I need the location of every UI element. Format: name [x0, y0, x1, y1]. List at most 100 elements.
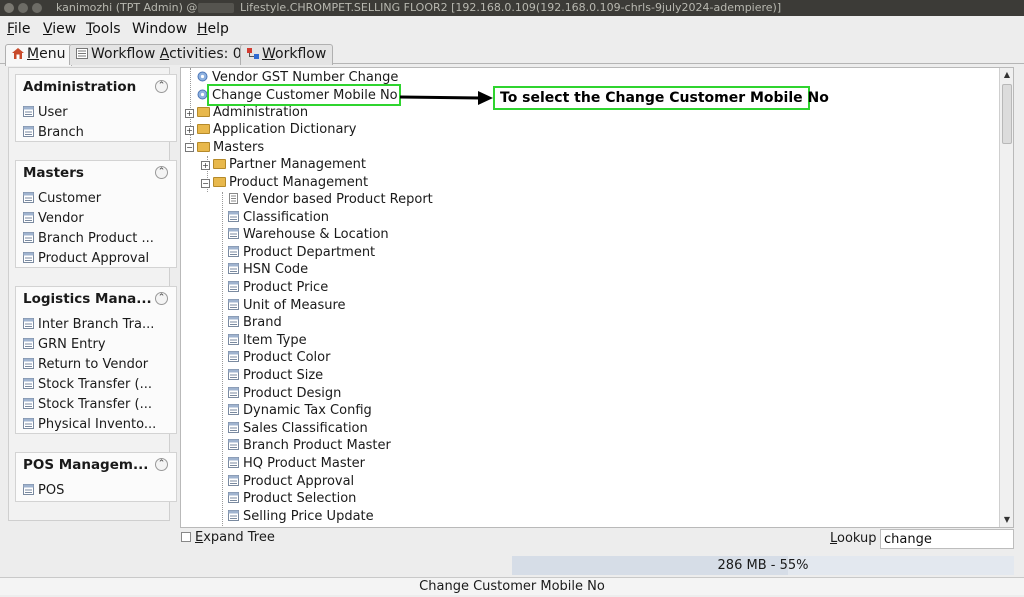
tab-menu[interactable]: Menu — [5, 44, 73, 66]
window-doc-icon — [23, 484, 34, 495]
tree-node-label: Product Approval — [243, 474, 355, 489]
tree-node-label: Branch Product Master — [243, 438, 391, 453]
tree-node-label: Product Department — [243, 245, 376, 260]
collapse-up-icon[interactable]: ⌃ — [155, 166, 168, 179]
sidebar-item-stock-transfer-1[interactable]: Stock Transfer (... — [23, 377, 152, 392]
tree-node-partner-management[interactable]: Partner Management — [213, 156, 366, 173]
window-doc-icon — [228, 457, 239, 468]
sidebar-item-pos[interactable]: POS — [23, 483, 64, 498]
menu-tree-panel[interactable]: Vendor GST Number Change Change Customer… — [180, 67, 1014, 528]
menu-help[interactable]: Help — [197, 21, 229, 37]
tree-node-child[interactable]: Sales Classification — [228, 420, 368, 437]
scroll-thumb[interactable] — [1002, 84, 1012, 144]
menu-view[interactable]: View — [43, 21, 76, 37]
tree-node-product-management[interactable]: Product Management — [213, 174, 368, 191]
window-doc-icon — [228, 475, 239, 486]
tree-node-child[interactable]: Product Price — [228, 279, 328, 296]
window-doc-icon — [23, 358, 34, 369]
group-header[interactable]: POS Managem... ⌃ — [15, 452, 177, 476]
window-doc-icon — [228, 404, 239, 415]
tree-node-child[interactable]: Product Selection — [228, 490, 356, 507]
sidebar-item-vendor[interactable]: Vendor — [23, 211, 84, 226]
sidebar-item-grn-entry[interactable]: GRN Entry — [23, 337, 106, 352]
tree-node-child[interactable]: Product Design — [228, 385, 341, 402]
annotation-highlight-box — [207, 84, 401, 106]
tree-node-child[interactable]: Item Type — [228, 332, 307, 349]
scroll-down-icon[interactable]: ▼ — [1001, 514, 1013, 526]
tree-node-label: Classification — [243, 210, 330, 225]
tree-node-label: Sales Classification — [243, 421, 368, 436]
sidebar-item-branch-product[interactable]: Branch Product ... — [23, 231, 154, 246]
tree-node-child[interactable]: Brand — [228, 314, 282, 331]
menu-window[interactable]: Window — [132, 21, 187, 37]
tree-node-child[interactable]: Classification — [228, 209, 329, 226]
window-doc-icon — [228, 510, 239, 521]
tree-node-child[interactable]: Vendor based Product Report — [228, 191, 433, 208]
tree-expand-icon[interactable]: + — [185, 109, 194, 118]
window-doc-icon — [228, 439, 239, 450]
sidebar-item-customer[interactable]: Customer — [23, 191, 101, 206]
sidebar-item-inter-branch[interactable]: Inter Branch Tra... — [23, 317, 154, 332]
window-doc-icon — [228, 299, 239, 310]
group-header[interactable]: Masters ⌃ — [15, 160, 177, 184]
sidebar-item-branch[interactable]: Branch — [23, 125, 84, 140]
workflow-activities-icon — [76, 48, 88, 59]
tree-collapse-icon[interactable]: − — [201, 179, 210, 188]
tree-node-child[interactable]: HSN Code — [228, 261, 308, 278]
lookup-input[interactable] — [880, 529, 1014, 549]
collapse-up-icon[interactable]: ⌃ — [155, 80, 168, 93]
scroll-up-icon[interactable]: ▲ — [1001, 69, 1013, 81]
window-doc-icon — [228, 334, 239, 345]
tree-node-child[interactable]: Selling Price Update — [228, 508, 374, 525]
tree-node-label: Unit of Measure — [243, 298, 346, 313]
tree-node-masters[interactable]: Masters — [197, 139, 264, 156]
checkbox-box[interactable] — [181, 532, 191, 542]
tab-workflow[interactable]: Workflow — [240, 44, 334, 65]
tree-node-child[interactable]: Product Approval — [228, 473, 354, 490]
tree-node-administration[interactable]: Administration — [197, 104, 308, 121]
window-minimize-icon[interactable] — [18, 3, 28, 13]
tree-expand-icon[interactable]: + — [201, 161, 210, 170]
tree-node-child[interactable]: Product Size — [228, 367, 323, 384]
tree-node-label: Vendor based Product Report — [243, 192, 433, 207]
sidebar-item-user[interactable]: User — [23, 105, 68, 120]
sidebar-item-physical-inventory[interactable]: Physical Invento... — [23, 417, 156, 432]
collapse-up-icon[interactable]: ⌃ — [155, 292, 168, 305]
tree-node-application-dictionary[interactable]: Application Dictionary — [197, 121, 356, 138]
window-maximize-icon[interactable] — [32, 3, 42, 13]
tree-node-label: Product Color — [243, 350, 331, 365]
window-doc-icon — [228, 246, 239, 257]
tree-node-label: Selling Price Update — [243, 509, 374, 524]
menu-file[interactable]: File — [7, 21, 30, 37]
expand-tree-checkbox[interactable]: Expand Tree — [181, 530, 275, 545]
tree-node-label: Product Design — [243, 386, 342, 401]
collapse-up-icon[interactable]: ⌃ — [155, 458, 168, 471]
tree-collapse-icon[interactable]: − — [185, 143, 194, 152]
group-header[interactable]: Administration ⌃ — [15, 74, 177, 98]
window-user: kanimozhi (TPT Admin) @ — [56, 1, 198, 14]
tree-node-child[interactable]: Dynamic Tax Config — [228, 402, 372, 419]
tab-workflow-activities[interactable]: Workflow Activities: 0 — [69, 44, 249, 65]
tree-node-child[interactable]: Branch Product Master — [228, 437, 391, 454]
sidebar-item-product-approval[interactable]: Product Approval — [23, 251, 149, 266]
tree-node-child[interactable]: Product Color — [228, 349, 330, 366]
window-doc-icon — [228, 263, 239, 274]
menu-tools[interactable]: Tools — [86, 21, 121, 37]
sidebar-item-stock-transfer-2[interactable]: Stock Transfer (... — [23, 397, 152, 412]
group-title: Administration — [23, 79, 137, 95]
tree-node-child[interactable]: Product Department — [228, 244, 375, 261]
tree-node-child[interactable]: Unit of Measure — [228, 297, 346, 314]
tree-node-label: Product Selection — [243, 491, 357, 506]
sidebar-item-return-to-vendor[interactable]: Return to Vendor — [23, 357, 148, 372]
main-tabs: Menu Workflow Activities: 0 Workflow — [0, 42, 1024, 66]
window-doc-icon — [23, 192, 34, 203]
home-icon — [12, 48, 24, 59]
group-header[interactable]: Logistics Mana... ⌃ — [15, 286, 177, 310]
tree-expand-icon[interactable]: + — [185, 126, 194, 135]
window-close-icon[interactable] — [4, 3, 14, 13]
tree-node-label: HSN Code — [243, 262, 309, 277]
menu-bar: File View Tools Window Help — [0, 17, 1024, 41]
tree-node-child[interactable]: HQ Product Master — [228, 455, 365, 472]
tree-scrollbar[interactable]: ▲ ▼ — [999, 68, 1013, 527]
tree-node-child[interactable]: Warehouse & Location — [228, 226, 389, 243]
